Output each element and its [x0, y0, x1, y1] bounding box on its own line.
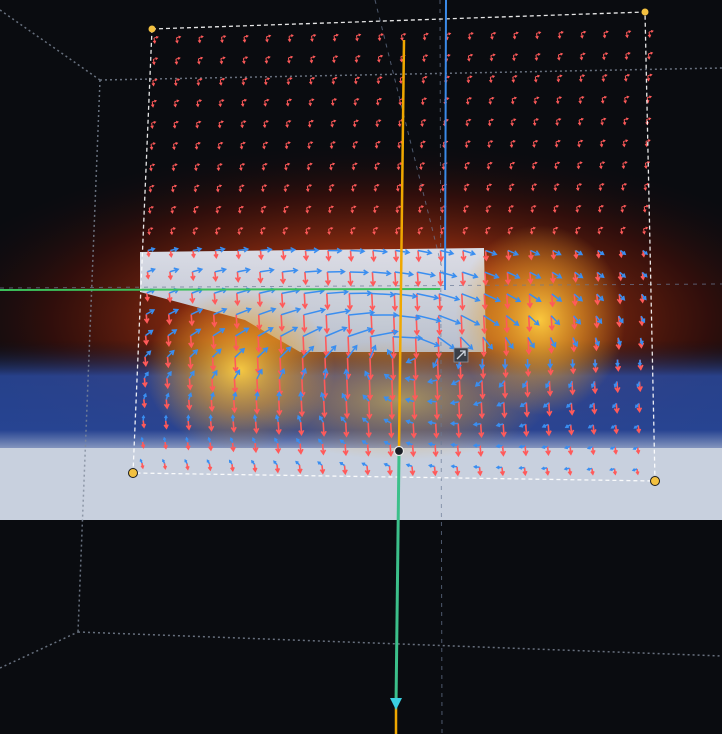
control-handle-icon[interactable]: [148, 25, 156, 33]
x-axis-line: [0, 288, 441, 291]
scene-svg[interactable]: [0, 0, 722, 734]
gizmo-pivot-icon[interactable]: [393, 445, 405, 457]
control-handle-icon[interactable]: [650, 476, 660, 486]
y-axis-up-line: [444, 0, 447, 291]
scale-handle-icon[interactable]: [453, 347, 469, 363]
control-handle-icon[interactable]: [128, 468, 138, 478]
scene-viewport[interactable]: [0, 0, 722, 734]
control-handle-icon[interactable]: [641, 8, 649, 16]
lower-slab: [0, 448, 722, 520]
